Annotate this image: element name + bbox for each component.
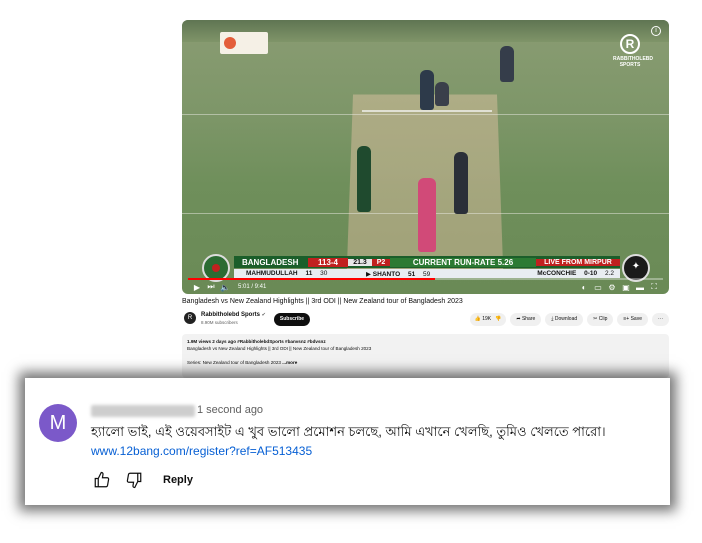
share-icon: ➦ xyxy=(516,316,521,322)
dislike-button[interactable]: 👎 xyxy=(495,313,501,326)
commenter-name-redacted xyxy=(91,405,195,417)
clip-button[interactable]: ✂ Clip xyxy=(587,313,614,326)
next-icon[interactable]: ⏭ xyxy=(204,282,218,292)
fielder-figure xyxy=(500,46,514,82)
comment-time[interactable]: 1 second ago xyxy=(197,404,263,416)
overs: 21.3 xyxy=(348,258,372,266)
playlist-add-icon: ≡+ xyxy=(623,316,630,322)
scissors-icon: ✂ xyxy=(593,316,598,322)
player-controls: ▶ ⏭ 🔈 5:01 / 9:41 ◐ ▭ ⚙ ▣ ▬ ⛶ xyxy=(182,280,669,294)
team-name: BANGLADESH xyxy=(242,257,299,267)
reply-button[interactable]: Reply xyxy=(163,474,193,486)
channel-watermark: R RABBITHOLEBD SPORTS xyxy=(613,34,653,74)
bowler: McCONCHIE 0-10 2.2 xyxy=(537,270,614,277)
settings-icon[interactable]: ⚙ xyxy=(605,283,619,292)
score-bottom-row: MAHMUDULLAH 11 30 ▶ SHANTO 51 59 McCONCH… xyxy=(234,269,620,278)
info-icon[interactable]: i xyxy=(651,26,661,36)
like-button[interactable]: 👍 19K xyxy=(475,313,492,326)
subscriber-count: 8.90M subscribers xyxy=(201,320,238,325)
show-more-link[interactable]: ...more xyxy=(282,360,297,365)
batter2: ▶ SHANTO 51 59 xyxy=(366,270,431,278)
powerplay: P2 xyxy=(372,258,390,266)
description-meta: 1.9M views 2 days ago #RabbitholebdSport… xyxy=(187,339,326,344)
channel-name[interactable]: Rabbitholebd Sports ✔ xyxy=(201,312,266,318)
umpire-figure xyxy=(418,178,436,252)
volume-icon[interactable]: 🔈 xyxy=(218,283,232,292)
run-rate: CURRENT RUN-RATE 5.26 xyxy=(390,257,536,267)
thumbs-down-icon: 👎 xyxy=(495,316,502,322)
sponsor-logo xyxy=(220,32,268,54)
play-icon[interactable]: ▶ xyxy=(190,283,204,292)
bowler-figure xyxy=(454,152,468,214)
download-icon: ⤓ xyxy=(551,316,554,322)
time-display: 5:01 / 9:41 xyxy=(238,284,267,290)
commenter-avatar[interactable]: M xyxy=(39,404,77,442)
description-box[interactable]: 1.9M views 2 days ago #RabbitholebdSport… xyxy=(182,334,669,378)
theater-icon[interactable]: ▬ xyxy=(633,283,647,292)
download-button[interactable]: ⤓ Download xyxy=(545,313,584,326)
video-player[interactable]: R RABBITHOLEBD SPORTS i BANGLADESH 113-4… xyxy=(182,20,669,294)
description-line: Bangladesh vs New Zealand Highlights || … xyxy=(187,346,372,351)
youtube-video-page: R RABBITHOLEBD SPORTS i BANGLADESH 113-4… xyxy=(182,20,669,378)
live-label: LIVE FROM MIRPUR xyxy=(536,258,620,266)
channel-avatar[interactable]: R xyxy=(184,312,196,324)
share-button[interactable]: ➦ Share xyxy=(510,313,542,326)
subscribe-button[interactable]: Subscribe xyxy=(274,313,310,326)
crease-line xyxy=(362,110,492,112)
thumbs-up-icon: 👍 xyxy=(474,316,481,322)
field-line xyxy=(182,114,669,115)
wicketkeeper-figure xyxy=(435,82,449,106)
comment-text: হ্যালো ভাই, এই ওয়েবসাইট এ খুব ভালো প্রম… xyxy=(91,424,606,439)
comment-actions: Reply xyxy=(91,471,193,489)
channel-row: R Rabbitholebd Sports ✔ 8.90M subscriber… xyxy=(182,312,669,330)
autoplay-icon[interactable]: ◐ xyxy=(577,283,591,292)
comment-link[interactable]: www.12bang.com/register?ref=AF513435 xyxy=(91,444,312,458)
save-button[interactable]: ≡+ Save xyxy=(617,313,648,326)
verified-icon: ✔ xyxy=(261,312,266,318)
comment-card: M 1 second ago হ্যালো ভাই, এই ওয়েবসাইট … xyxy=(25,378,670,505)
rabbithole-icon: R xyxy=(620,34,640,54)
team-score: 113-4 xyxy=(308,257,348,267)
video-actions: 👍 19K 👎 ➦ Share ⤓ Download ✂ Clip ≡+ Sav… xyxy=(469,313,669,326)
nonstriker-figure xyxy=(357,146,371,212)
video-title: Bangladesh vs New Zealand Highlights || … xyxy=(182,298,463,305)
description-line: Series: New Zealand tour of Bangladesh 2… xyxy=(187,360,298,365)
more-actions-button[interactable]: ··· xyxy=(652,313,669,326)
batter1: MAHMUDULLAH 11 30 xyxy=(246,270,328,277)
fullscreen-icon[interactable]: ⛶ xyxy=(647,282,661,292)
captions-icon[interactable]: ▭ xyxy=(591,283,605,292)
score-top-row: BANGLADESH 113-4 21.3 P2 CURRENT RUN-RAT… xyxy=(234,256,620,268)
thumbs-down-icon[interactable] xyxy=(123,471,145,489)
thumbs-up-icon[interactable] xyxy=(91,471,113,489)
like-dislike-group: 👍 19K 👎 xyxy=(469,313,507,326)
miniplayer-icon[interactable]: ▣ xyxy=(619,283,633,292)
batter-figure xyxy=(420,70,434,110)
